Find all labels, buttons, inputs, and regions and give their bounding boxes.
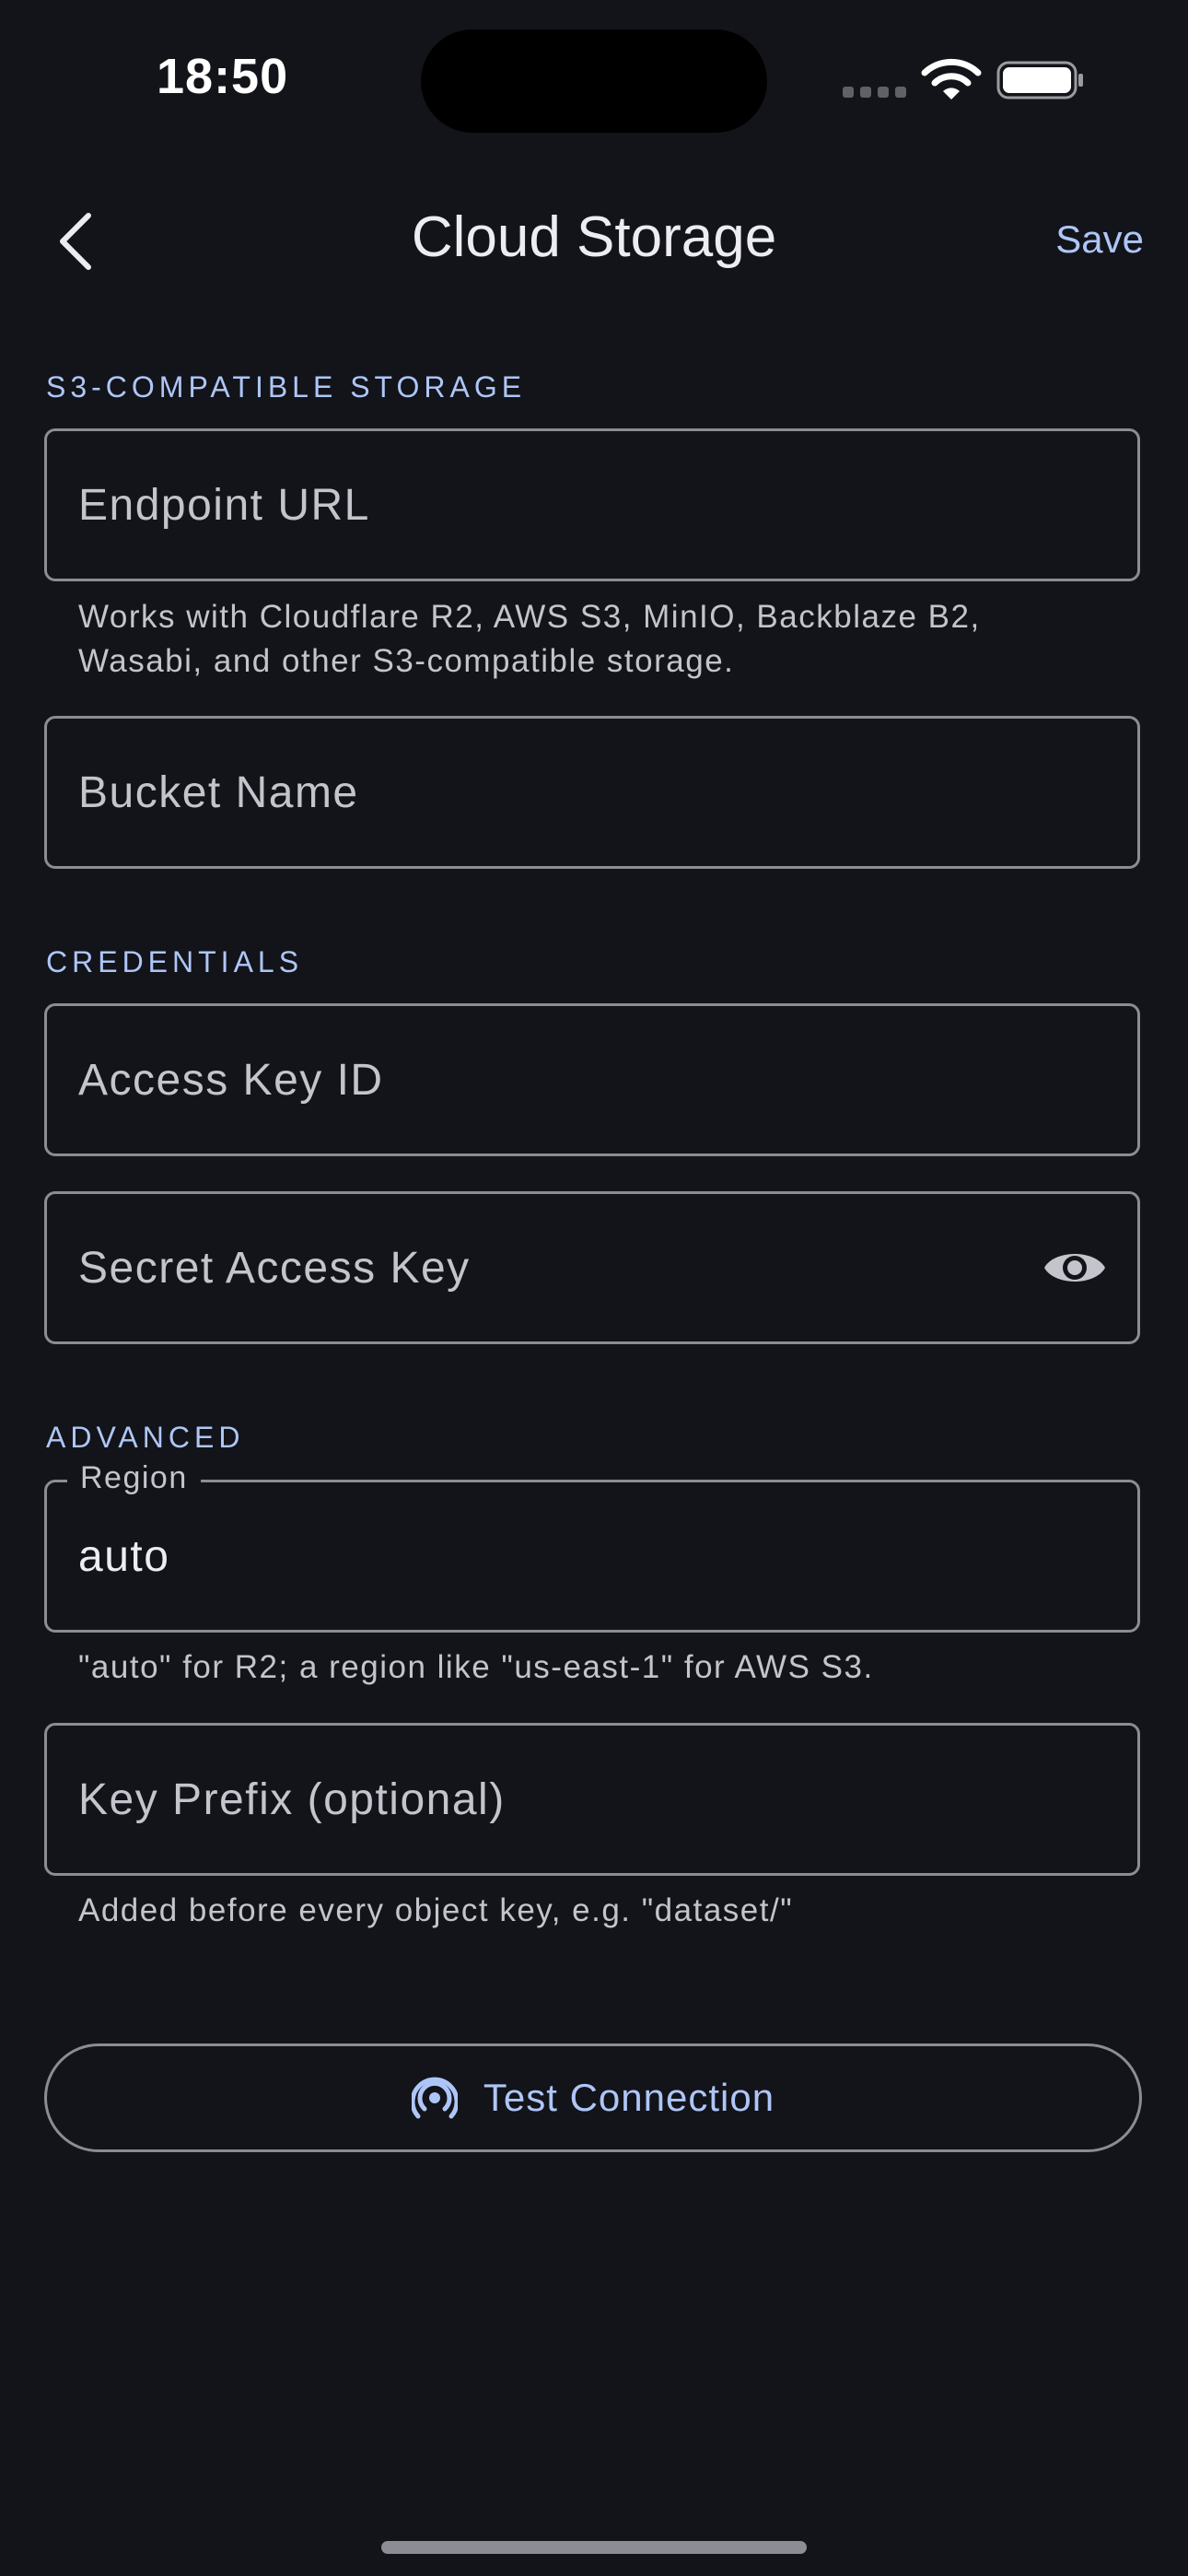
battery-icon: [996, 61, 1083, 100]
test-connection-button[interactable]: Test Connection: [44, 2043, 1142, 2152]
test-connection-label: Test Connection: [483, 2076, 775, 2119]
access-key-id-field[interactable]: [44, 1003, 1140, 1156]
endpoint-url-input[interactable]: [78, 431, 1095, 579]
wifi-icon: [921, 58, 982, 100]
save-button[interactable]: Save: [1055, 217, 1144, 262]
dynamic-island: [421, 29, 767, 133]
secret-access-key-field[interactable]: [44, 1191, 1140, 1344]
section-header-advanced: ADVANCED: [46, 1421, 245, 1454]
status-time: 18:50: [157, 49, 289, 104]
broadcast-icon: [411, 2077, 458, 2119]
bucket-name-input[interactable]: [78, 719, 1095, 866]
access-key-id-input[interactable]: [78, 1006, 1095, 1153]
key-prefix-helper-text: Added before every object key, e.g. "dat…: [78, 1892, 794, 1928]
key-prefix-field[interactable]: [44, 1723, 1140, 1876]
page-title: Cloud Storage: [411, 205, 777, 269]
endpoint-helper-line-1: Works with Cloudflare R2, AWS S3, MinIO,…: [78, 599, 981, 635]
key-prefix-input[interactable]: [78, 1726, 1095, 1873]
region-field[interactable]: Region: [44, 1460, 1140, 1633]
section-header-storage: S3-COMPATIBLE STORAGE: [46, 370, 527, 404]
bucket-name-field[interactable]: [44, 716, 1140, 869]
cellular-signal-icon: [843, 87, 907, 98]
home-indicator[interactable]: [381, 2541, 807, 2554]
secret-access-key-input[interactable]: [78, 1194, 1003, 1341]
endpoint-url-field[interactable]: [44, 428, 1140, 581]
region-input[interactable]: [78, 1482, 1095, 1630]
endpoint-helper-text: Works with Cloudflare R2, AWS S3, MinIO,…: [78, 595, 981, 684]
endpoint-helper-line-2: Wasabi, and other S3-compatible storage.: [78, 643, 735, 679]
region-helper-text: "auto" for R2; a region like "us-east-1"…: [78, 1649, 874, 1685]
section-header-credentials: CREDENTIALS: [46, 945, 304, 978]
eye-icon[interactable]: [1042, 1244, 1108, 1292]
